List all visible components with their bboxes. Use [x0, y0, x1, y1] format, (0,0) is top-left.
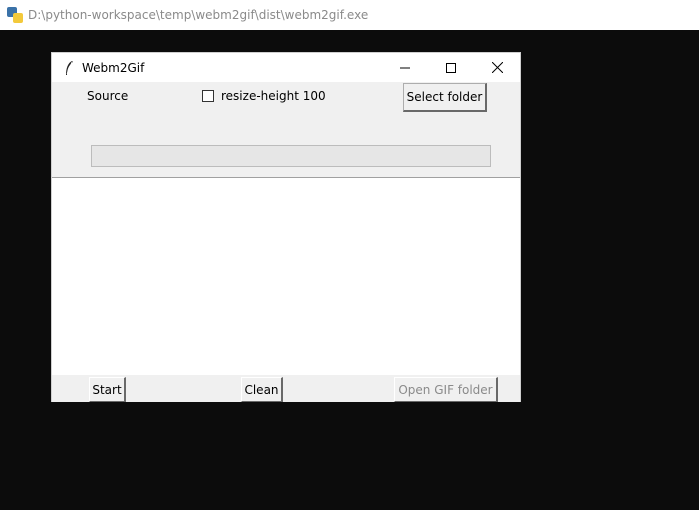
app-title: Webm2Gif — [82, 60, 145, 75]
maximize-icon — [446, 62, 456, 73]
close-icon — [491, 62, 503, 73]
maximize-button[interactable] — [428, 53, 474, 82]
window-controls — [382, 53, 520, 82]
start-button[interactable]: Start — [89, 377, 126, 402]
console-titlebar[interactable]: D:\python-workspace\temp\webm2gif\dist\w… — [0, 0, 699, 30]
clean-button[interactable]: Clean — [241, 377, 283, 402]
tk-feather-icon — [62, 60, 76, 76]
bottom-toolbar: Start Clean Open GIF folder — [52, 375, 520, 402]
python-icon — [7, 7, 23, 23]
app-titlebar[interactable]: Webm2Gif — [52, 53, 520, 82]
select-folder-button[interactable]: Select folder — [403, 83, 487, 112]
open-gif-folder-button[interactable]: Open GIF folder — [394, 377, 498, 402]
close-button[interactable] — [474, 53, 520, 82]
progress-bar — [91, 145, 491, 167]
checkbox-box[interactable] — [202, 90, 214, 102]
minimize-icon — [400, 67, 410, 68]
console-title: D:\python-workspace\temp\webm2gif\dist\w… — [28, 8, 369, 22]
log-textarea[interactable] — [52, 177, 520, 375]
resize-height-checkbox[interactable]: resize-height 100 — [202, 89, 326, 103]
app-window: Webm2Gif Source resize-height 100 Select… — [51, 52, 521, 402]
resize-height-label: resize-height 100 — [221, 89, 326, 103]
minimize-button[interactable] — [382, 53, 428, 82]
source-label: Source — [87, 89, 129, 103]
